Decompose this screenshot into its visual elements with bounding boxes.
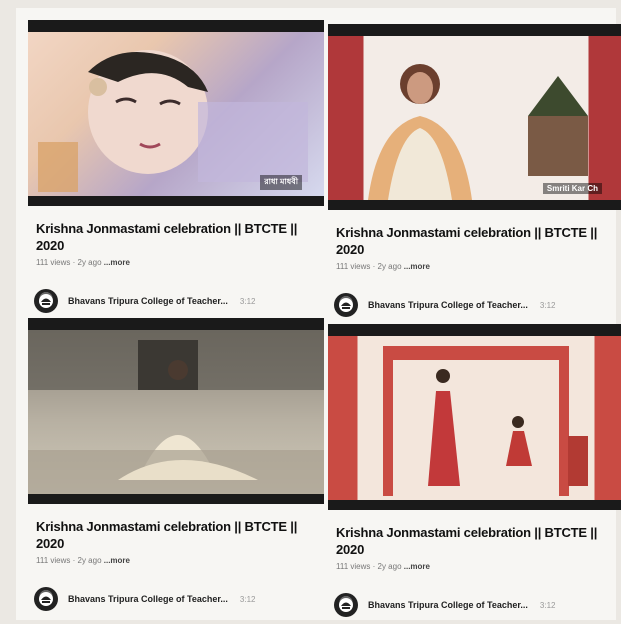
view-count: 111 views · 2y ago [36,258,102,267]
video-card[interactable]: Krishna Jonmastami celebration || BTCTE … [28,318,324,611]
video-meta: 111 views · 2y ago ...more [36,258,316,267]
video-meta: 111 views · 2y ago ...more [336,262,616,271]
channel-extra: 3:12 [539,600,556,610]
video-grid: রাধা মাধবী Krishna Jonmastami celebratio… [16,8,621,620]
more-link[interactable]: ...more [404,262,430,271]
channel-extra: 3:12 [539,300,556,310]
college-logo-icon[interactable] [334,293,358,317]
college-logo-icon[interactable] [34,587,58,611]
video-meta: 111 views · 2y ago ...more [336,562,616,571]
more-link[interactable]: ...more [404,562,430,571]
view-count: 111 views · 2y ago [336,562,402,571]
video-thumbnail[interactable]: Smriti Kar Ch [328,24,621,210]
channel-row[interactable]: Bhavans Tripura College of Teacher... 3:… [34,289,324,313]
thumbnail-image [38,50,308,192]
channel-row[interactable]: Bhavans Tripura College of Teacher... 3:… [334,593,621,617]
video-title[interactable]: Krishna Jonmastami celebration || BTCTE … [336,224,618,258]
channel-name[interactable]: Bhavans Tripura College of Teacher... [68,594,228,604]
view-count: 111 views · 2y ago [336,262,402,271]
video-title[interactable]: Krishna Jonmastami celebration || BTCTE … [36,220,318,254]
video-title[interactable]: Krishna Jonmastami celebration || BTCTE … [336,524,618,558]
video-thumbnail[interactable]: রাধা মাধবী [28,20,324,206]
thumbnail-image [368,64,588,200]
college-logo-icon[interactable] [334,593,358,617]
channel-extra: 3:12 [239,296,256,306]
video-title[interactable]: Krishna Jonmastami celebration || BTCTE … [36,518,318,552]
thumbnail-image [28,330,324,494]
channel-row[interactable]: Bhavans Tripura College of Teacher... 3:… [334,293,621,317]
more-link[interactable]: ...more [104,556,130,565]
video-card[interactable]: Smriti Kar Ch Krishna Jonmastami celebra… [328,24,621,317]
video-thumbnail[interactable] [328,324,621,510]
channel-name[interactable]: Bhavans Tripura College of Teacher... [368,600,528,610]
video-card[interactable]: রাধা মাধবী Krishna Jonmastami celebratio… [28,20,324,313]
video-meta: 111 views · 2y ago ...more [36,556,316,565]
more-link[interactable]: ...more [104,258,130,267]
channel-name[interactable]: Bhavans Tripura College of Teacher... [68,296,228,306]
channel-extra: 3:12 [239,594,256,604]
video-thumbnail[interactable] [28,318,324,504]
thumbnail-overlay-text: Smriti Kar Ch [542,183,602,194]
channel-row[interactable]: Bhavans Tripura College of Teacher... 3:… [34,587,324,611]
video-card[interactable]: Krishna Jonmastami celebration || BTCTE … [328,324,621,617]
college-logo-icon[interactable] [34,289,58,313]
thumbnail-image [383,346,588,496]
channel-name[interactable]: Bhavans Tripura College of Teacher... [368,300,528,310]
view-count: 111 views · 2y ago [36,556,102,565]
thumbnail-overlay-text: রাধা মাধবী [260,175,302,190]
